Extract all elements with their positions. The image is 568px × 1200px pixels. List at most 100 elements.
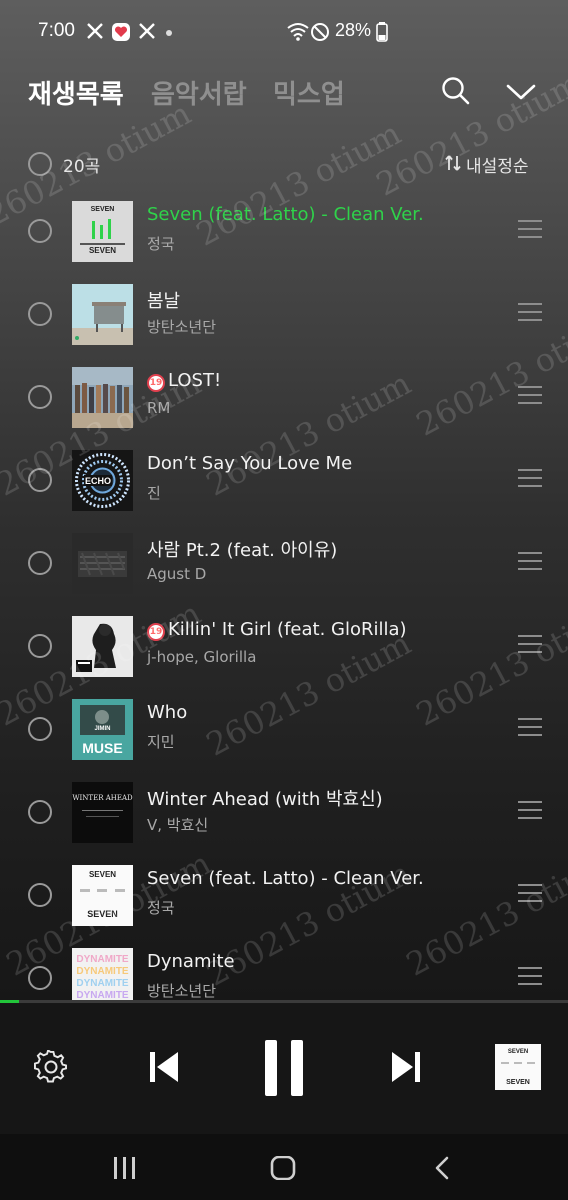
track-row[interactable]: SEVEN SEVEN Seven (feat. Latto) - Clean … — [0, 863, 568, 946]
track-artist: RM — [147, 399, 171, 417]
x-icon — [139, 23, 155, 39]
tab-music-drawer[interactable]: 음악서랍 — [151, 74, 247, 111]
track-row[interactable]: ECHO Don’t Say You Love Me 진 — [0, 448, 568, 531]
sort-label: 내설정순 — [466, 157, 529, 177]
status-time: 7:00 — [38, 20, 75, 41]
tab-playlist[interactable]: 재생목록 — [28, 74, 124, 111]
next-icon[interactable] — [390, 1050, 422, 1084]
track-checkbox[interactable] — [28, 219, 52, 243]
track-row[interactable]: WINTER AHEAD Winter Ahead (with 박효신) V, … — [0, 780, 568, 863]
track-artist: j-hope, Glorilla — [147, 648, 257, 666]
drag-handle[interactable] — [518, 884, 542, 902]
drag-handle[interactable] — [518, 220, 542, 238]
track-checkbox[interactable] — [28, 800, 52, 824]
pause-icon[interactable] — [262, 1040, 306, 1096]
album-cover-d-day — [72, 533, 133, 594]
drag-handle[interactable] — [518, 967, 542, 985]
svg-text:SEVEN: SEVEN — [89, 246, 116, 255]
track-row[interactable]: JIMIN MUSE Who 지민 — [0, 697, 568, 780]
cover-text: SEVEN — [91, 206, 115, 213]
svg-text:DYNAMITE: DYNAMITE — [76, 966, 129, 977]
chevron-down-icon[interactable] — [506, 82, 536, 102]
track-checkbox[interactable] — [28, 468, 52, 492]
drag-handle[interactable] — [518, 801, 542, 819]
back-icon[interactable] — [432, 1156, 452, 1180]
album-cover-muse: JIMIN MUSE — [72, 699, 133, 760]
track-title: Dynamite — [147, 951, 235, 972]
track-row[interactable]: 19 Killin' It Girl (feat. GloRilla) j-hop… — [0, 614, 568, 697]
track-checkbox[interactable] — [28, 385, 52, 409]
track-row[interactable]: SEVEN SEVEN Seven (feat. Latto) - Clean … — [0, 199, 568, 282]
svg-text:MUSE: MUSE — [82, 740, 122, 756]
drag-handle[interactable] — [518, 303, 542, 321]
explicit-badge: 19 — [147, 623, 165, 641]
notification-dot — [166, 30, 172, 36]
drag-handle[interactable] — [518, 718, 542, 736]
track-artist: Agust D — [147, 565, 207, 583]
track-artist: V, 박효신 — [147, 816, 209, 834]
recent-apps-icon[interactable] — [112, 1156, 138, 1180]
track-row[interactable]: 사람 Pt.2 (feat. 아이유) Agust D — [0, 531, 568, 614]
status-bar: 7:00 28% — [0, 0, 568, 66]
drag-handle[interactable] — [518, 635, 542, 653]
track-title: 사람 Pt.2 (feat. 아이유) — [147, 540, 338, 561]
search-icon[interactable] — [441, 76, 471, 106]
heart-app-icon — [112, 23, 130, 41]
drag-handle[interactable] — [518, 469, 542, 487]
track-row[interactable]: 19 LOST! RM — [0, 365, 568, 448]
tab-mixup[interactable]: 믹스업 — [273, 74, 345, 111]
track-artist: 정국 — [147, 899, 175, 917]
track-count: 20곡 — [63, 157, 101, 177]
wifi-icon — [287, 23, 309, 41]
track-title: 19 Killin' It Girl (feat. GloRilla) — [147, 619, 407, 641]
track-title-text: Killin' It Girl (feat. GloRilla) — [168, 619, 407, 640]
album-cover-seven-white: SEVEN SEVEN — [72, 865, 133, 926]
sort-icon — [445, 155, 461, 171]
album-cover-seven: SEVEN SEVEN — [72, 201, 133, 262]
track-checkbox[interactable] — [28, 302, 52, 326]
svg-text:DYNAMITE: DYNAMITE — [76, 954, 129, 965]
progress-fill — [0, 1000, 19, 1003]
track-title: Seven (feat. Latto) - Clean Ver. — [147, 868, 424, 889]
track-title: Seven (feat. Latto) - Clean Ver. — [147, 204, 424, 225]
track-title: 19 LOST! — [147, 370, 221, 392]
progress-bar[interactable] — [0, 1000, 568, 1003]
track-artist: 방탄소년단 — [147, 982, 217, 1000]
select-all-checkbox[interactable] — [28, 152, 52, 176]
explicit-badge: 19 — [147, 374, 165, 392]
track-checkbox[interactable] — [28, 717, 52, 741]
track-title: 봄날 — [147, 291, 181, 312]
album-cover-killin-it-girl — [72, 616, 133, 677]
battery-icon — [376, 22, 388, 42]
svg-text:WINTER AHEAD: WINTER AHEAD — [72, 794, 133, 802]
track-artist: 정국 — [147, 235, 175, 253]
system-nav-bar — [0, 1134, 568, 1200]
svg-text:SEVEN: SEVEN — [508, 1049, 528, 1055]
album-cover-echo: ECHO — [72, 450, 133, 511]
drag-handle[interactable] — [518, 386, 542, 404]
album-cover-lost — [72, 367, 133, 428]
now-playing-cover[interactable]: SEVEN SEVEN — [495, 1044, 541, 1090]
dnd-icon — [311, 23, 329, 41]
track-checkbox[interactable] — [28, 966, 52, 990]
track-artist: 방탄소년단 — [147, 318, 217, 336]
track-artist: 지민 — [147, 733, 175, 751]
svg-text:SEVEN: SEVEN — [89, 870, 116, 879]
track-checkbox[interactable] — [28, 883, 52, 907]
track-title-text: LOST! — [168, 370, 222, 391]
track-checkbox[interactable] — [28, 551, 52, 575]
list-header: 20곡 내설정순 — [0, 140, 568, 186]
track-title: Who — [147, 702, 188, 723]
track-row[interactable]: 봄날 방탄소년단 — [0, 282, 568, 365]
svg-text:ECHO: ECHO — [85, 476, 111, 486]
album-cover-winter-ahead: WINTER AHEAD — [72, 782, 133, 843]
svg-text:SEVEN: SEVEN — [506, 1079, 530, 1086]
album-cover-spring-day — [72, 284, 133, 345]
previous-icon[interactable] — [148, 1050, 180, 1084]
track-checkbox[interactable] — [28, 634, 52, 658]
home-icon[interactable] — [270, 1156, 296, 1180]
x-icon — [87, 23, 103, 39]
player-bar: SEVEN SEVEN — [0, 1004, 568, 1134]
settings-icon[interactable] — [34, 1050, 68, 1084]
drag-handle[interactable] — [518, 552, 542, 570]
